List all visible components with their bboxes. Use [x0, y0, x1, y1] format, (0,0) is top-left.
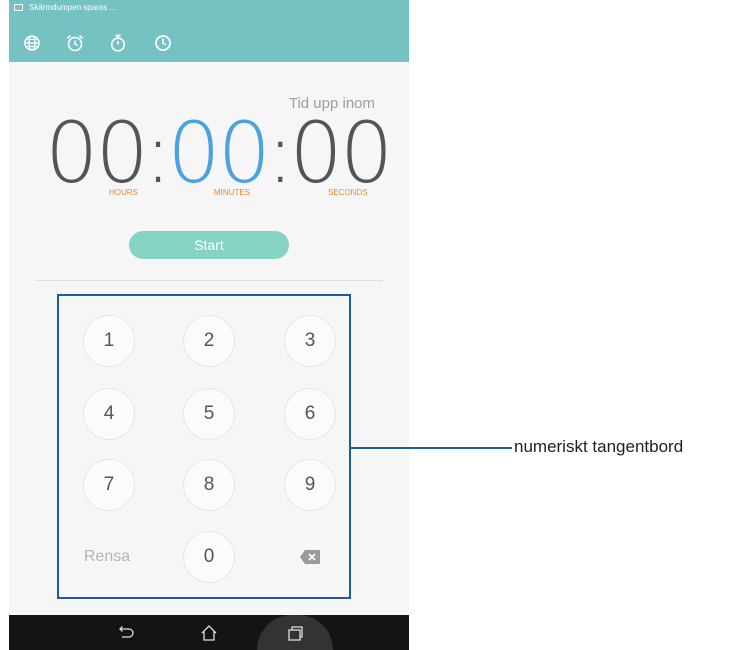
clock-toolbar [9, 26, 409, 62]
divider [35, 280, 383, 281]
keypad-highlight-box [57, 294, 351, 599]
status-bar: Skärmdumpen sparas ... [9, 0, 409, 26]
recent-apps-icon[interactable] [284, 622, 306, 644]
timer-icon[interactable] [152, 32, 174, 54]
globe-icon[interactable] [21, 32, 43, 54]
callout-label: numeriskt tangentbord [514, 437, 684, 456]
time-separator: : [143, 104, 172, 202]
hours-digits[interactable]: 00 [45, 108, 149, 198]
screenshot-notification-icon [14, 4, 23, 11]
minutes-unit-label: MINUTES [214, 188, 250, 197]
back-icon[interactable] [114, 622, 136, 644]
time-separator: : [266, 104, 294, 202]
timer-display: 00:00:00 [45, 104, 393, 202]
status-notification-text: Skärmdumpen sparas ... [29, 3, 117, 12]
navigation-bar [9, 615, 409, 650]
start-button[interactable]: Start [129, 231, 289, 259]
seconds-unit-label: SECONDS [328, 188, 368, 197]
home-icon[interactable] [198, 622, 220, 644]
hours-unit-label: HOURS [109, 188, 138, 197]
stopwatch-icon[interactable] [107, 32, 129, 54]
minutes-digits[interactable]: 00 [167, 108, 271, 198]
seconds-digits[interactable]: 00 [289, 108, 393, 198]
alarm-icon[interactable] [64, 32, 86, 54]
callout-leader-line [351, 447, 512, 449]
